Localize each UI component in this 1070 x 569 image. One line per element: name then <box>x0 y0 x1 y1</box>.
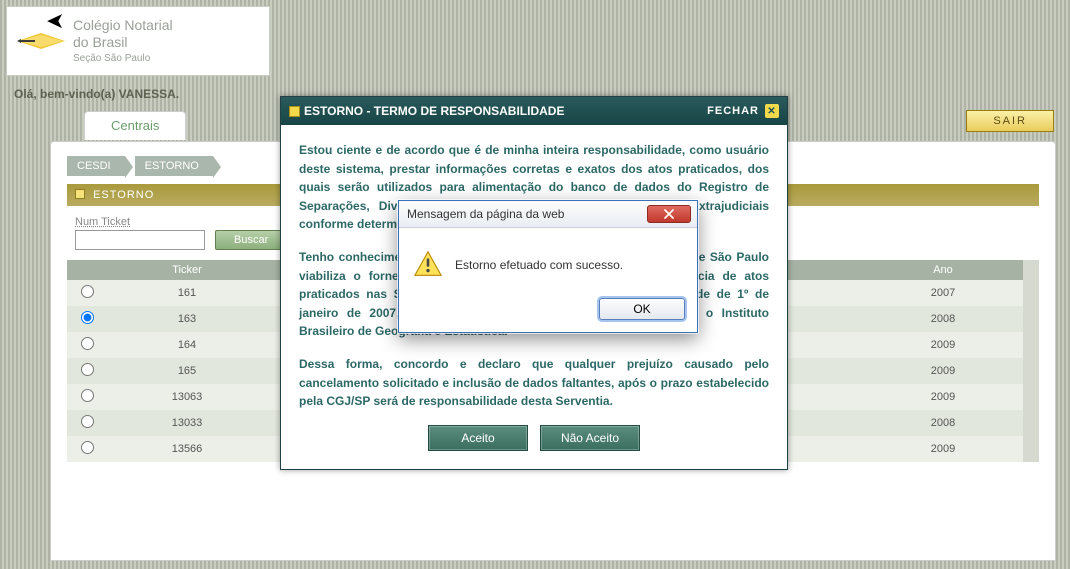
warning-icon <box>413 249 443 282</box>
cell-ano: 2009 <box>863 358 1023 384</box>
alert-title: Mensagem da página da web <box>407 207 564 221</box>
brand-line2: do Brasil <box>73 34 173 51</box>
cell-ticker: 13063 <box>107 384 267 410</box>
nao-aceito-button[interactable]: Não Aceito <box>540 425 640 451</box>
row-radio[interactable] <box>81 337 94 350</box>
section-title: ESTORNO <box>93 189 154 201</box>
row-radio[interactable] <box>81 389 94 402</box>
cell-ano: 2008 <box>863 306 1023 332</box>
breadcrumb-estorno[interactable]: ESTORNO <box>135 156 213 176</box>
modal-close-button[interactable]: ✕ <box>765 104 779 118</box>
tab-centrais[interactable]: Centrais <box>84 111 186 140</box>
modal-close-label: FECHAR <box>707 105 759 117</box>
cursor-arrow-icon: ➤ <box>46 8 64 34</box>
col-ano: Ano <box>863 260 1023 280</box>
modal-paragraph-3: Dessa forma, concordo e declaro que qual… <box>299 355 769 411</box>
cell-ano: 2009 <box>863 436 1023 462</box>
cell-ticker: 164 <box>107 332 267 358</box>
cell-ano: 2007 <box>863 280 1023 306</box>
brand-line1: Colégio Notarial <box>73 17 173 34</box>
cell-ano: 2008 <box>863 410 1023 436</box>
browser-alert: Mensagem da página da web Estorno efetua… <box>398 200 698 333</box>
num-ticket-input[interactable] <box>75 230 205 250</box>
row-radio[interactable] <box>81 415 94 428</box>
sair-button[interactable]: SAIR <box>966 110 1054 132</box>
row-radio[interactable] <box>81 311 94 324</box>
brand-line3: Seção São Paulo <box>73 53 173 65</box>
alert-message: Estorno efetuado com sucesso. <box>455 258 623 272</box>
cell-ticker: 13566 <box>107 436 267 462</box>
section-square-icon <box>75 189 85 199</box>
alert-ok-button[interactable]: OK <box>599 298 685 320</box>
col-ticker: Ticker <box>107 260 267 280</box>
modal-title: ESTORNO - TERMO DE RESPONSABILIDADE <box>304 104 564 118</box>
row-radio[interactable] <box>81 441 94 454</box>
greeting-text: Olá, bem-vindo(a) VANESSA. <box>14 87 179 101</box>
cell-ano: 2009 <box>863 332 1023 358</box>
row-radio[interactable] <box>81 363 94 376</box>
cell-ticker: 13033 <box>107 410 267 436</box>
cell-ticker: 161 <box>107 280 267 306</box>
row-radio[interactable] <box>81 285 94 298</box>
aceito-button[interactable]: Aceito <box>428 425 528 451</box>
modal-square-icon <box>289 106 300 117</box>
buscar-button[interactable]: Buscar <box>215 230 287 250</box>
cell-ticker: 165 <box>107 358 267 384</box>
breadcrumb-cesdi[interactable]: CESDI <box>67 156 125 176</box>
alert-close-button[interactable] <box>647 205 691 223</box>
num-ticket-label: Num Ticket <box>75 216 205 228</box>
cell-ticker: 163 <box>107 306 267 332</box>
cell-ano: 2009 <box>863 384 1023 410</box>
